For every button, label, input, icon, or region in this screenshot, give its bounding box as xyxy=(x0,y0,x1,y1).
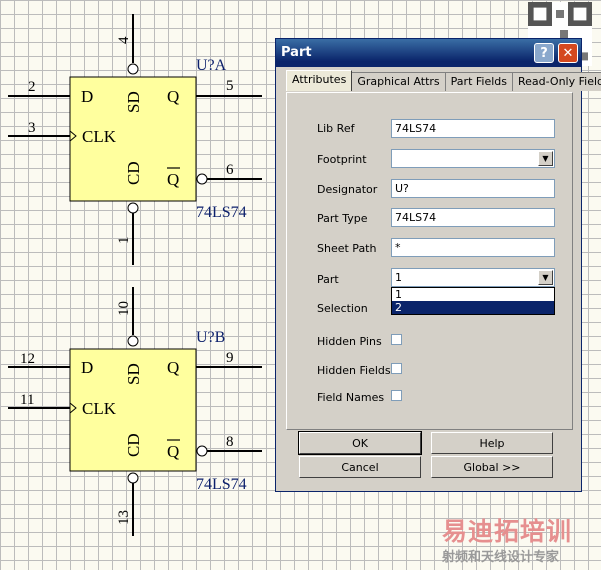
part-value: 1 xyxy=(395,271,402,284)
field-names-label: Field Names xyxy=(317,391,385,404)
u2-d-label: D xyxy=(81,358,93,377)
hidden-pins-label: Hidden Pins xyxy=(317,335,382,348)
help-button[interactable]: Help xyxy=(431,432,553,454)
close-icon[interactable]: ✕ xyxy=(558,43,578,63)
u1-cd-bubble xyxy=(127,202,139,214)
attributes-panel: Lib Ref 74LS74 Footprint ▼ Designator U?… xyxy=(286,92,573,430)
u1-pin-d-number: 2 xyxy=(28,79,36,95)
u1-pin-sd-number: 4 xyxy=(116,36,132,44)
part-dropdown-list: 1 2 xyxy=(391,287,555,315)
u1-sd-bubble xyxy=(127,63,139,75)
part-type-input[interactable]: 74LS74 xyxy=(391,208,555,227)
selection-label: Selection xyxy=(317,302,368,315)
dialog-title: Part xyxy=(281,45,312,60)
lib-ref-label: Lib Ref xyxy=(317,122,355,135)
lib-ref-input[interactable]: 74LS74 xyxy=(391,119,555,138)
dialog-tabs: Attributes Graphical Attrs Part Fields R… xyxy=(286,70,601,92)
designator-label: Designator xyxy=(317,183,378,196)
part-label: Part xyxy=(317,273,339,286)
hidden-pins-checkbox[interactable] xyxy=(391,334,402,345)
part-option-2[interactable]: 2 xyxy=(392,301,554,314)
help-icon[interactable]: ? xyxy=(534,43,554,63)
sheet-path-label: Sheet Path xyxy=(317,242,377,255)
footprint-combobox[interactable]: ▼ xyxy=(391,149,555,168)
u2-sd-label: SD xyxy=(124,363,143,385)
footprint-label: Footprint xyxy=(317,153,367,166)
u2-designator: U?B xyxy=(196,329,225,346)
chevron-down-icon[interactable]: ▼ xyxy=(538,151,553,166)
global-button[interactable]: Global >> xyxy=(431,456,553,478)
sheet-path-input[interactable]: * xyxy=(391,238,555,257)
u1-designator: U?A xyxy=(196,57,227,74)
u2-cd-bubble xyxy=(127,472,139,484)
u2-pin-sd-number: 10 xyxy=(116,301,132,316)
tab-graphical-attrs[interactable]: Graphical Attrs xyxy=(351,72,446,91)
u1-qbar-bubble xyxy=(196,173,208,185)
tab-read-only-fields[interactable]: Read-Only Fields xyxy=(512,72,601,91)
chevron-down-icon[interactable]: ▼ xyxy=(538,270,553,285)
part-option-1[interactable]: 1 xyxy=(392,288,554,301)
u2-part-type: 74LS74 xyxy=(196,476,247,493)
u1-cd-label: CD xyxy=(124,161,143,185)
u2-pin-q-number: 9 xyxy=(226,350,234,366)
u1-pin-clk-number: 3 xyxy=(28,120,36,136)
u2-clk-label: CLK xyxy=(82,399,117,418)
dialog-titlebar[interactable]: Part ? ✕ xyxy=(276,39,581,67)
u1-part-type: 74LS74 xyxy=(196,204,247,221)
watermark-brand: 易迪拓培训 xyxy=(442,517,573,546)
u1-pin-cd-number: 1 xyxy=(116,237,132,245)
hidden-fields-label: Hidden Fields xyxy=(317,364,391,377)
u2-qbar-bubble xyxy=(196,445,208,457)
cancel-button[interactable]: Cancel xyxy=(299,456,421,478)
designator-input[interactable]: U? xyxy=(391,179,555,198)
u2-pin-cd-number: 13 xyxy=(116,510,132,525)
u2-qbar-label: Q xyxy=(167,442,179,461)
watermark-slogan: 射频和天线设计专家 xyxy=(442,550,560,565)
u1-sd-label: SD xyxy=(124,91,143,113)
u1-pin-q-number: 5 xyxy=(226,78,234,94)
u2-q-label: Q xyxy=(167,358,179,377)
tab-part-fields[interactable]: Part Fields xyxy=(444,72,514,91)
u1-d-label: D xyxy=(81,87,93,106)
hidden-fields-checkbox[interactable] xyxy=(391,363,402,374)
part-type-label: Part Type xyxy=(317,212,368,225)
u1-pin-qbar-number: 6 xyxy=(226,162,234,178)
u2-pin-d-number: 12 xyxy=(20,351,35,367)
part-dialog: Part ? ✕ Attributes Graphical Attrs Part… xyxy=(275,38,601,492)
flipflop-u2[interactable]: 12 11 9 8 10 13 D CLK Q Q SD CD U?B 74LS… xyxy=(8,287,262,536)
flipflop-u1[interactable]: 2 3 5 6 4 1 D CLK Q Q SD CD U?A 74LS74 xyxy=(8,14,262,265)
u2-sd-bubble xyxy=(127,335,139,347)
part-combobox[interactable]: 1 ▼ xyxy=(391,268,555,287)
u2-pin-qbar-number: 8 xyxy=(226,434,234,450)
field-names-checkbox[interactable] xyxy=(391,390,402,401)
tab-attributes[interactable]: Attributes xyxy=(286,70,353,91)
u2-pin-clk-number: 11 xyxy=(20,392,34,408)
ok-button[interactable]: OK xyxy=(298,431,422,455)
u1-qbar-label: Q xyxy=(167,170,179,189)
u1-clk-label: CLK xyxy=(82,127,117,146)
u1-q-label: Q xyxy=(167,87,179,106)
u2-cd-label: CD xyxy=(124,433,143,457)
